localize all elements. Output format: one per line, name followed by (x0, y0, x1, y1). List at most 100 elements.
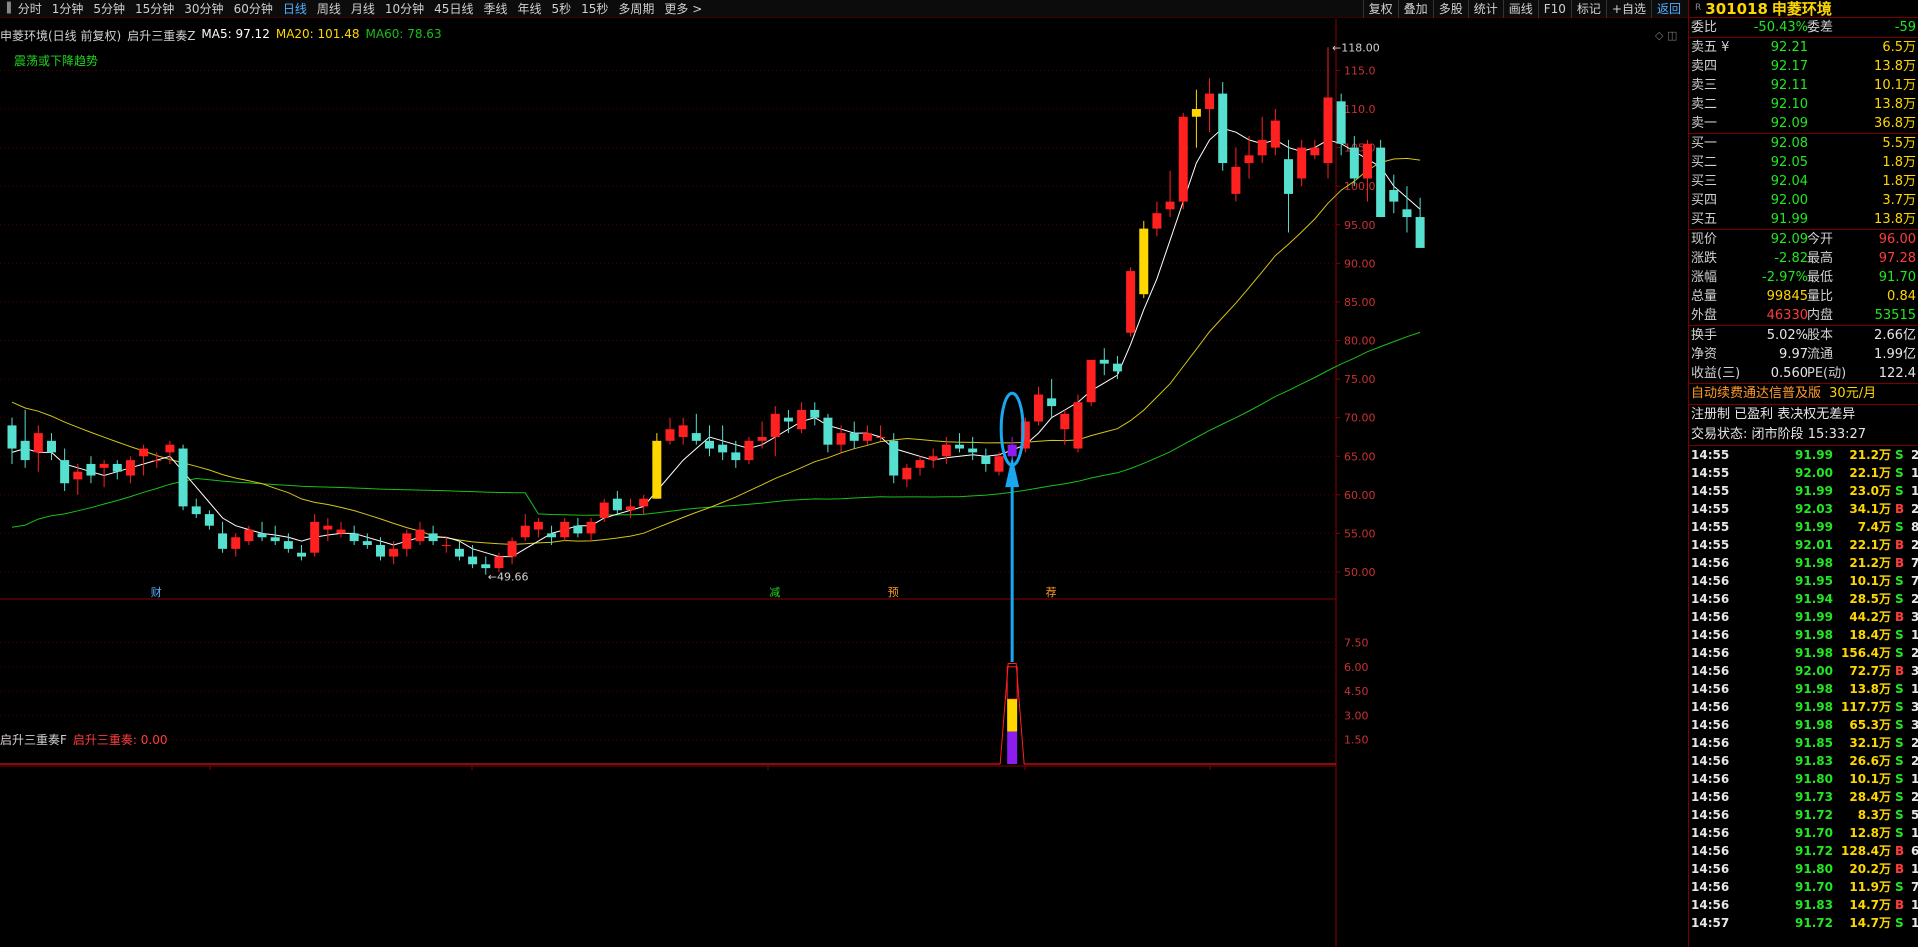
trade-price: 91.80 (1795, 772, 1833, 786)
period-tab[interactable]: 年线 (512, 0, 546, 18)
period-tab[interactable]: 15秒 (576, 0, 613, 18)
candle-body (362, 541, 372, 545)
period-tab[interactable]: 5分钟 (88, 0, 130, 18)
candle-body (718, 444, 728, 453)
trade-price: 92.01 (1795, 538, 1833, 552)
period-tab[interactable]: 周线 (312, 0, 346, 18)
candle-body (481, 564, 491, 569)
quote-stats: 现价 92.09 今开 96.00 涨跌 -2.82 最高 97.28 涨幅 -2.97% 最低 91… (1689, 230, 1918, 325)
stat-label: 净资 (1691, 347, 1718, 362)
indicator-name[interactable]: 启升三重奏Z (127, 27, 195, 43)
period-tab[interactable]: 5秒 (546, 0, 576, 18)
event-marker: 财 (151, 585, 162, 599)
stat-label: 股本 (1807, 328, 1834, 343)
trade-row: 14:56 91.94 28.5万 S 23 (1689, 590, 1918, 608)
period-tab[interactable]: 季线 (478, 0, 512, 18)
trade-price: 91.94 (1795, 592, 1833, 606)
promo-text[interactable]: 自动续费通达信普及版 (1691, 386, 1821, 401)
kline-chart[interactable]: 115.0 110.0 105.0 100.0 95.00 90.00 85.00 80.00… (0, 19, 1688, 947)
sub-indicator-name[interactable]: 启升三重奏F (0, 731, 67, 748)
trade-volume: 21.2万 (1849, 556, 1891, 570)
trade-row: 14:56 91.85 32.1万 S 22 (1689, 734, 1918, 752)
stat-label: 换手 (1691, 328, 1718, 343)
period-tab[interactable]: 更多 > (659, 0, 707, 18)
bids-row: 买五 91.99 13.8万 (1689, 210, 1918, 229)
trade-volume: 65.3万 (1849, 718, 1891, 732)
stat-label: 流通 (1807, 347, 1834, 362)
candle-body (1231, 166, 1241, 194)
trade-side: B (1895, 898, 1905, 912)
asks-label: 卖四 (1691, 59, 1718, 74)
asks-volume: 13.8万 (1874, 97, 1916, 112)
candle-body (770, 413, 780, 437)
listing-info: 注册制 已盈利 表决权无差异 (1691, 407, 1856, 422)
period-tab[interactable]: 日线 (278, 0, 312, 18)
trade-price: 91.99 (1795, 484, 1833, 498)
stat-label: 最低 (1807, 270, 1834, 285)
trade-side: S (1895, 466, 1904, 480)
candle-body (454, 548, 464, 557)
candle-body (1362, 143, 1372, 179)
period-tab[interactable]: 60分钟 (229, 0, 278, 18)
period-tab[interactable]: 45日线 (429, 0, 478, 18)
period-tab[interactable]: 10分钟 (380, 0, 429, 18)
signal-yellow-segment (1007, 699, 1018, 732)
asks-volume: 36.8万 (1874, 116, 1916, 131)
tool-button[interactable]: 画线 (1502, 0, 1538, 18)
trade-price: 91.95 (1795, 574, 1833, 588)
tool-button[interactable]: 复权 (1362, 0, 1398, 18)
ma20-line (11, 157, 1421, 545)
tool-button[interactable]: 叠加 (1397, 0, 1433, 18)
trade-time: 14:55 (1691, 484, 1730, 498)
sub-indicator-value: 启升三重奏: 0.00 (72, 733, 168, 747)
signal-outline (1006, 666, 1018, 700)
candle-body (428, 533, 438, 542)
stat-value: 2.66亿 (1874, 328, 1916, 343)
trade-side: S (1895, 826, 1904, 840)
tool-button[interactable]: 标记 (1570, 0, 1606, 18)
trade-row: 14:55 91.99 21.2万 S 20 (1689, 446, 1918, 464)
trade-row: 14:56 91.99 44.2万 B 31 (1689, 608, 1918, 626)
candle-body (1191, 109, 1201, 117)
candle-body (915, 460, 925, 468)
tool-button[interactable]: F10 (1537, 0, 1571, 18)
trade-time: 14:56 (1691, 574, 1730, 588)
period-tab[interactable]: 多周期 (613, 0, 659, 18)
period-tab[interactable]: 15分钟 (130, 0, 179, 18)
kline-chart-svg[interactable]: 115.0110.0105.0100.095.0090.0085.0080.00… (0, 19, 1688, 947)
tool-button[interactable]: 多股 (1432, 0, 1468, 18)
trade-row: 14:56 91.73 28.4万 S 23 (1689, 788, 1918, 806)
trade-time: 14:56 (1691, 826, 1730, 840)
candle-body (468, 556, 478, 565)
period-tab[interactable]: 1分钟 (47, 0, 89, 18)
bids-label: 买一 (1691, 136, 1718, 151)
asks-price: 92.11 (1770, 78, 1808, 93)
trade-side: S (1895, 520, 1904, 534)
trade-price: 91.73 (1795, 790, 1833, 804)
candle-body (1376, 147, 1386, 218)
period-tab[interactable]: 月线 (346, 0, 380, 18)
trade-side: S (1895, 808, 1904, 822)
sub-tick-label: 1.50 (1344, 734, 1369, 747)
tool-button[interactable]: 统计 (1467, 0, 1503, 18)
candle-body (731, 452, 741, 461)
tool-button[interactable]: 返回 (1650, 0, 1686, 18)
trade-side: S (1895, 754, 1904, 768)
candle-body (1047, 398, 1057, 407)
trade-row: 14:56 91.98 156.4万 S 29 (1689, 644, 1918, 662)
asks-volume: 6.5万 (1882, 40, 1916, 55)
period-menu-icon[interactable]: ▐ (0, 3, 13, 14)
trade-volume: 20.2万 (1849, 862, 1891, 876)
trade-price: 92.00 (1795, 664, 1833, 678)
period-tab[interactable]: 分时 (13, 0, 47, 18)
period-tab[interactable]: 30分钟 (179, 0, 228, 18)
candle-body (1152, 213, 1162, 229)
promo-row[interactable]: 自动续费通达信普及版 30元/月 (1689, 384, 1918, 404)
candle-body (218, 533, 228, 549)
promo-price[interactable]: 30元/月 (1829, 386, 1876, 401)
period-toolbar: ▐ 分时 1分钟 5分钟 15分钟 30分钟 60分钟 日线 周线 月线 10分钟 45日线 季线 年线 5… (0, 0, 1688, 18)
stat-row: 涨跌 -2.82 最高 97.28 (1689, 249, 1918, 268)
tool-button[interactable]: +自选 (1605, 0, 1651, 18)
trade-row: 14:56 91.98 13.8万 S 14 (1689, 680, 1918, 698)
trade-volume: 13.8万 (1849, 682, 1891, 696)
